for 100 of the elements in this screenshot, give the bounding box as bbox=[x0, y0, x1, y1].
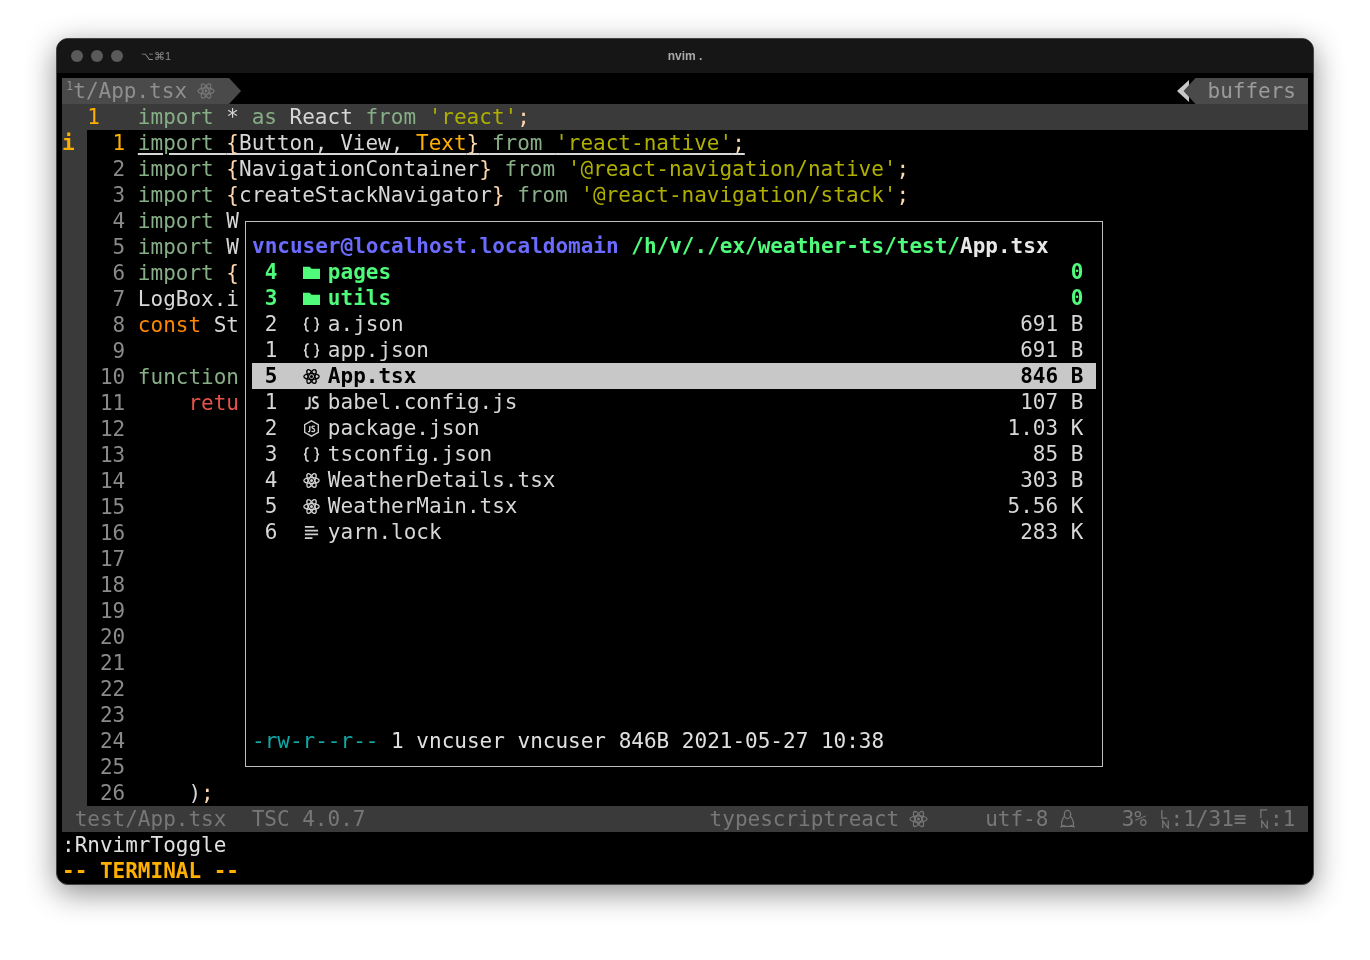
file-name: WeatherDetails.tsx bbox=[327, 467, 556, 493]
code-line: function bbox=[137, 364, 239, 390]
file-size: 0 bbox=[1070, 259, 1084, 285]
window-title: nvim . bbox=[667, 49, 703, 63]
file-name: WeatherMain.tsx bbox=[327, 493, 518, 519]
line-number: 15 bbox=[98, 494, 126, 520]
code-line: import {Button, View, Text} from 'react-native'; bbox=[137, 130, 745, 156]
code-line: LogBox.i bbox=[137, 286, 239, 312]
file-row[interactable]: 2 a.json 691 B bbox=[252, 311, 1096, 337]
file-row[interactable]: 5 WeatherMain.tsx 5.56 K bbox=[252, 493, 1096, 519]
file-name: App.tsx bbox=[327, 363, 417, 389]
line-number: 6 bbox=[111, 260, 126, 286]
status-line: :1/31≡ bbox=[1170, 806, 1247, 832]
file-name: utils bbox=[327, 285, 392, 311]
file-size: 303 B bbox=[1020, 467, 1084, 493]
line-number: 22 bbox=[98, 676, 126, 702]
hexagon-icon bbox=[302, 419, 320, 437]
line-number: 26 bbox=[98, 780, 126, 806]
code-line: import { bbox=[137, 260, 239, 286]
code-line: ); bbox=[187, 780, 214, 806]
line-number: 2 bbox=[111, 156, 126, 182]
status-filetype: typescriptreact bbox=[709, 806, 900, 832]
item-count: 5 bbox=[263, 363, 278, 389]
file-name: package.json bbox=[327, 415, 480, 441]
line-number: 19 bbox=[98, 598, 126, 624]
file-size: 85 B bbox=[1032, 441, 1084, 467]
file-name: babel.config.js bbox=[327, 389, 518, 415]
item-count: 2 bbox=[263, 311, 278, 337]
zoom-button[interactable] bbox=[111, 50, 123, 62]
code-line: import W bbox=[137, 208, 239, 234]
item-count: 1 bbox=[263, 389, 278, 415]
file-row[interactable]: 6 yarn.lock 283 K bbox=[252, 519, 1096, 545]
line-icon bbox=[1159, 809, 1171, 829]
line-number: 16 bbox=[98, 520, 126, 546]
line-number: 1 bbox=[86, 104, 101, 130]
atom-icon bbox=[197, 82, 216, 100]
file-size: 846 B bbox=[1020, 363, 1084, 389]
line-number: 5 bbox=[111, 234, 126, 260]
file-name: tsconfig.json bbox=[327, 441, 493, 467]
file-size: 283 K bbox=[1020, 519, 1084, 545]
line-number: 14 bbox=[98, 468, 126, 494]
line-number: 10 bbox=[98, 364, 126, 390]
line-number: 12 bbox=[98, 416, 126, 442]
file-name: yarn.lock bbox=[327, 519, 442, 545]
status-percent: 3% bbox=[1121, 806, 1147, 832]
file-name: a.json bbox=[327, 311, 404, 337]
status-encoding: utf-8 bbox=[985, 806, 1049, 832]
file-size: 1.03 K bbox=[1007, 415, 1084, 441]
line-number: 9 bbox=[111, 338, 126, 364]
file-size: 691 B bbox=[1020, 337, 1084, 363]
file-size: 691 B bbox=[1020, 311, 1084, 337]
atom-icon bbox=[302, 497, 320, 515]
code-line: const St bbox=[137, 312, 239, 338]
script-file-icon bbox=[302, 393, 320, 411]
item-count: 4 bbox=[263, 259, 278, 285]
item-count: 3 bbox=[263, 441, 278, 467]
file-row[interactable]: 1 app.json 691 B bbox=[252, 337, 1096, 363]
item-count: 5 bbox=[263, 493, 278, 519]
file-row[interactable]: 2 package.json 1.03 K bbox=[252, 415, 1096, 441]
line-number: 17 bbox=[98, 546, 126, 572]
line-number: 1 bbox=[111, 130, 126, 156]
item-count: 2 bbox=[263, 415, 278, 441]
status-tsc: TSC 4.0.7 bbox=[251, 806, 366, 832]
file-size: 5.56 K bbox=[1007, 493, 1084, 519]
line-number: 8 bbox=[111, 312, 126, 338]
status-file: test/App.tsx bbox=[73, 806, 227, 832]
item-count: 6 bbox=[263, 519, 278, 545]
column-icon bbox=[1259, 809, 1271, 829]
text-lines-icon bbox=[302, 523, 320, 541]
line-number: 11 bbox=[98, 390, 126, 416]
file-size: 0 bbox=[1070, 285, 1084, 311]
code-line: import {NavigationContainer} from '@react-navigation/native'; bbox=[137, 156, 910, 182]
file-row[interactable]: 4 pages 0 bbox=[252, 259, 1096, 285]
line-number: 23 bbox=[98, 702, 126, 728]
file-row[interactable]: 4 WeatherDetails.tsx 303 B bbox=[252, 467, 1096, 493]
item-count: 3 bbox=[263, 285, 278, 311]
atom-icon bbox=[909, 809, 929, 829]
file-name: app.json bbox=[327, 337, 429, 363]
line-number: 13 bbox=[98, 442, 126, 468]
penguin-icon bbox=[1058, 809, 1078, 829]
line-number: 3 bbox=[111, 182, 126, 208]
command-line: :RnvimrToggle bbox=[62, 832, 228, 858]
close-button[interactable] bbox=[71, 50, 83, 62]
file-row[interactable]: 3 tsconfig.json 85 B bbox=[252, 441, 1096, 467]
line-number: 7 bbox=[111, 286, 126, 312]
file-row[interactable]: 1 babel.config.js 107 B bbox=[252, 389, 1096, 415]
minimize-button[interactable] bbox=[91, 50, 103, 62]
line-number: 24 bbox=[98, 728, 126, 754]
line-number: 18 bbox=[98, 572, 126, 598]
braces-icon bbox=[302, 341, 320, 359]
item-count: 4 bbox=[263, 467, 278, 493]
file-row[interactable]: 5 App.tsx 846 B bbox=[252, 363, 1096, 389]
tab-shortcut: ⌥⌘1 bbox=[141, 49, 172, 63]
file-row[interactable]: 3 utils 0 bbox=[252, 285, 1096, 311]
atom-icon bbox=[302, 471, 320, 489]
line-number: 25 bbox=[98, 754, 126, 780]
status-column: :1 bbox=[1270, 806, 1296, 832]
line-number: 4 bbox=[111, 208, 126, 234]
path-header: vncuser@localhost.localdomain /h/v/./ex/weather-ts/test/App.tsx bbox=[252, 233, 1050, 259]
file-name: pages bbox=[327, 259, 392, 285]
